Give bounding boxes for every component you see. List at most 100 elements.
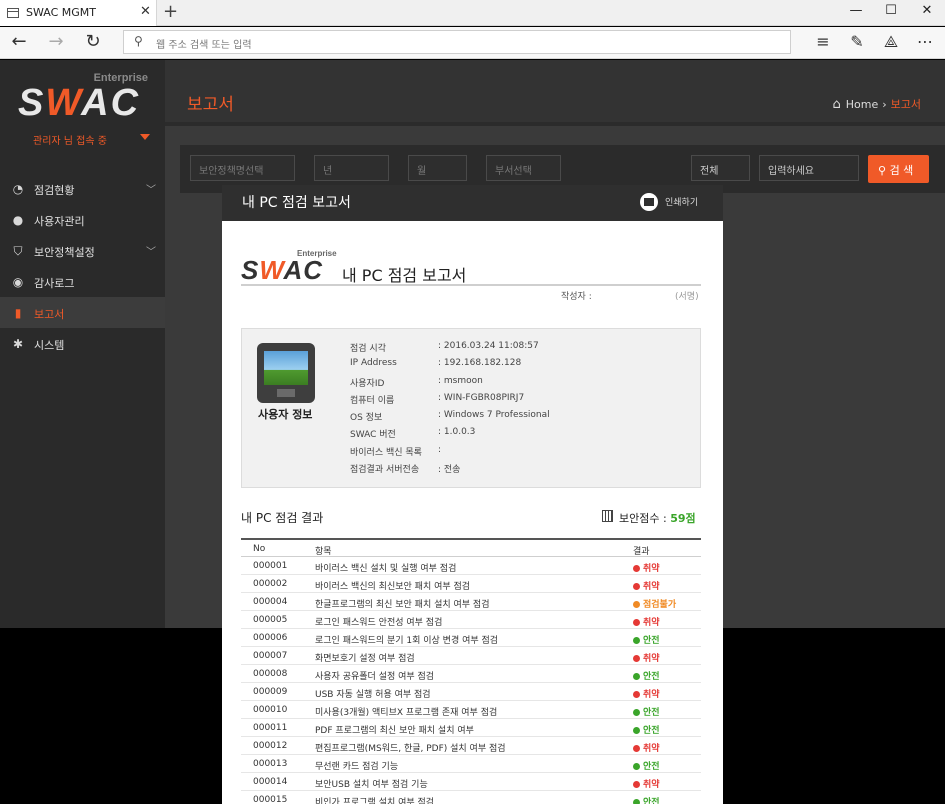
more-icon[interactable]: ⋯ — [914, 32, 936, 51]
row-result: 취약 — [633, 615, 660, 628]
dept-select[interactable]: 부서선택 — [486, 155, 561, 181]
info-value: : WIN-FGBR08PIRJ7 — [438, 392, 525, 403]
sidebar-item[interactable]: ⛉ 보안정책설정 ﹀ — [0, 235, 165, 266]
row-item: 화면보호기 설정 여부 점검 — [315, 654, 415, 664]
sidebar-item[interactable]: ▮ 보고서 — [0, 297, 165, 328]
share-icon[interactable]: ⟁ — [880, 32, 902, 52]
hub-icon[interactable]: ≡ — [812, 32, 834, 51]
sign-label: (서명) — [675, 292, 699, 302]
status-dot-icon — [633, 781, 640, 788]
status-dot-icon — [633, 709, 640, 716]
minimize-icon[interactable]: — — [846, 3, 866, 18]
row-result: 안전 — [633, 795, 660, 804]
month-select[interactable]: 월 — [408, 155, 467, 181]
document-icon: ▮ — [14, 306, 22, 320]
web-note-icon[interactable]: ✎ — [846, 32, 868, 51]
result-text: 점검불가 — [643, 600, 677, 610]
row-item: 편집프로그램(MS워드, 한글, PDF) 설치 여부 점검 — [315, 744, 506, 754]
status-dot-icon — [633, 673, 640, 680]
row-item: PDF 프로그램의 최신 보안 패치 설치 여부 — [315, 726, 474, 736]
print-button[interactable]: 인쇄하기 — [665, 195, 698, 208]
row-no: 000010 — [253, 705, 288, 715]
row-result: 취약 — [633, 777, 660, 790]
result-text: 안전 — [643, 636, 660, 646]
status-dot-icon — [633, 799, 640, 804]
row-no: 000004 — [253, 597, 288, 607]
status-dot-icon — [633, 601, 640, 608]
search-icon: ⚲ — [134, 34, 143, 48]
status-dot-icon — [633, 745, 640, 752]
year-select[interactable]: 년 — [314, 155, 389, 181]
result-text: 취약 — [643, 744, 660, 754]
scope-select[interactable]: 전체 — [691, 155, 750, 181]
browser-tab-bar: SWAC MGMT ✕ + — ☐ ✕ — [0, 0, 945, 26]
monitor-icon — [257, 343, 315, 403]
window-close-icon[interactable]: ✕ — [917, 3, 937, 18]
row-no: 000001 — [253, 561, 288, 571]
result-text: 취약 — [643, 618, 660, 628]
status-dot-icon — [633, 691, 640, 698]
user-info-rows: 점검 시각: 2016.03.24 11:08:57 IP Address: 19… — [350, 339, 690, 477]
user-icon: ● — [12, 213, 24, 227]
home-icon[interactable]: ⌂ — [832, 97, 840, 112]
breadcrumb-home[interactable]: Home — [846, 98, 878, 111]
sidebar-item[interactable]: ◔ 점검현황 ﹀ — [0, 173, 165, 204]
column-header-item: 항목 — [315, 547, 332, 557]
row-no: 000012 — [253, 741, 288, 751]
row-no: 000009 — [253, 687, 288, 697]
result-text: 취약 — [643, 690, 660, 700]
row-item: 바이러스 백신의 최신보안 패치 여부 점검 — [315, 582, 471, 592]
caret-down-icon[interactable] — [140, 134, 150, 140]
row-item: 로그인 패스워드 안전성 여부 점검 — [315, 618, 443, 628]
sidebar-item[interactable]: ◉ 감사로그 — [0, 266, 165, 297]
row-no: 000015 — [253, 795, 288, 804]
status-dot-icon — [633, 727, 640, 734]
address-bar[interactable]: ⚲ 웹 주소 검색 또는 입력 — [123, 30, 791, 54]
result-text: 안전 — [643, 798, 660, 804]
row-item: 보안USB 설치 여부 점검 기능 — [315, 780, 428, 790]
security-score-value: 59점 — [670, 512, 696, 525]
keyword-input[interactable]: 입력하세요 — [759, 155, 859, 181]
report-header-title: 내 PC 점검 보고서 — [242, 195, 351, 211]
row-result: 취약 — [633, 579, 660, 592]
chevron-down-icon[interactable]: ﹀ — [146, 243, 156, 258]
info-row: IP Address: 192.168.182.128 — [350, 356, 690, 373]
sidebar-menu: ◔ 점검현황 ﹀ ● 사용자관리 ⛉ 보안정책설정 ﹀ ◉ 감사로그 ▮ 보고서 ✱ 시스템 — [0, 173, 165, 359]
search-button[interactable]: ⚲ 검 색 — [868, 155, 929, 183]
maximize-icon[interactable]: ☐ — [881, 3, 901, 18]
sidebar-item-label: 사용자관리 — [34, 215, 85, 228]
table-row: 000004 한글프로그램의 최신 보안 패치 설치 여부 점검 점검불가 — [241, 593, 701, 611]
swac-logo[interactable]: Enterprise SWAC — [18, 70, 148, 130]
row-result: 안전 — [633, 723, 660, 736]
info-key: 컴퓨터 이름 — [350, 395, 395, 406]
result-text: 안전 — [643, 726, 660, 736]
report-title: 내 PC 점검 보고서 — [342, 266, 467, 285]
breadcrumb-current: 보고서 — [890, 98, 921, 111]
new-tab-button[interactable]: + — [163, 1, 178, 22]
info-key: 바이러스 백신 목록 — [350, 447, 422, 458]
chevron-down-icon[interactable]: ﹀ — [146, 181, 156, 196]
info-key: 사용자ID — [350, 378, 385, 389]
info-row: 컴퓨터 이름 : WIN-FGBR08PIRJ7 — [350, 391, 690, 408]
back-icon[interactable]: ← — [8, 31, 30, 52]
browser-tab[interactable]: SWAC MGMT ✕ — [0, 0, 157, 26]
tab-title: SWAC MGMT — [26, 6, 96, 19]
row-no: 000013 — [253, 759, 288, 769]
tab-close-icon[interactable]: ✕ — [140, 4, 151, 19]
sidebar-item[interactable]: ✱ 시스템 — [0, 328, 165, 359]
row-item: 바이러스 백신 설치 및 실행 여부 점검 — [315, 564, 457, 574]
status-dot-icon — [633, 565, 640, 572]
print-icon[interactable] — [640, 193, 658, 211]
row-no: 000007 — [253, 651, 288, 661]
row-no: 000006 — [253, 633, 288, 643]
report-panel: 내 PC 점검 보고서 인쇄하기 Enterprise SWAC 내 PC 점검… — [222, 185, 723, 804]
result-text: 안전 — [643, 672, 660, 682]
admin-status[interactable]: 관리자 님 접속 중 — [33, 132, 107, 147]
sidebar-item[interactable]: ● 사용자관리 — [0, 204, 165, 235]
forward-icon[interactable]: → — [45, 31, 67, 52]
policy-select[interactable]: 보안정책명선택 — [190, 155, 295, 181]
refresh-icon[interactable]: ↻ — [82, 31, 104, 52]
calculator-icon — [602, 510, 613, 522]
info-row: 점검 시각: 2016.03.24 11:08:57 — [350, 339, 690, 356]
info-row: SWAC 버전: 1.0.0.3 — [350, 425, 690, 442]
